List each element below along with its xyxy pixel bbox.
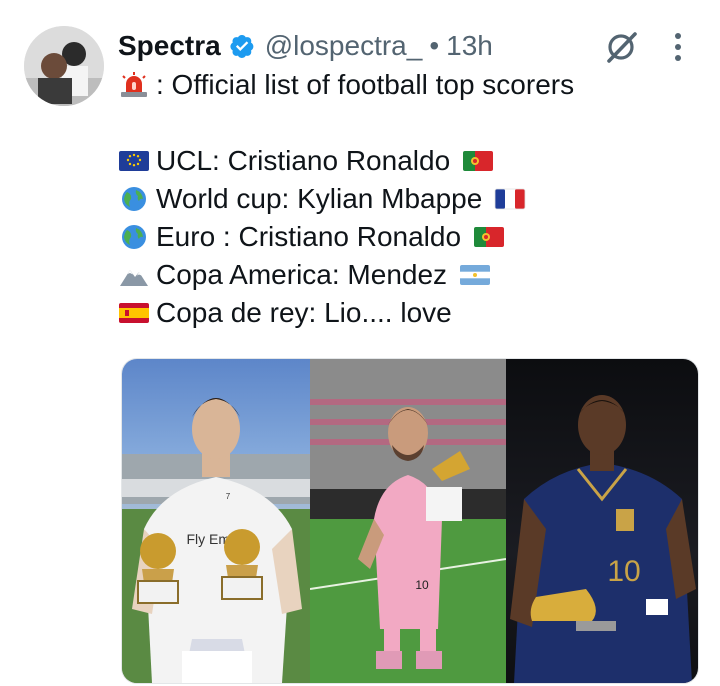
verified-badge-icon: [230, 35, 254, 59]
text-line-content: : Official list of football top scorers: [156, 69, 575, 100]
avatar[interactable]: [24, 26, 104, 106]
text-line-content: Copa de rey: Lio.... love: [156, 297, 452, 328]
text-line-content: Euro : Cristiano Ronaldo: [156, 221, 462, 252]
jersey-number-mid: 10: [415, 578, 429, 592]
portugal-flag-icon: [474, 227, 505, 247]
text-line-content: World cup: Kylian Mbappe: [156, 183, 483, 214]
globe-icon: [122, 187, 146, 211]
text-line: UCL: Cristiano Ronaldo: [118, 142, 698, 180]
post-timestamp[interactable]: 13h: [446, 30, 493, 62]
player-with-golden-boot-photo[interactable]: 10: [506, 359, 698, 683]
text-line: Copa de rey: Lio.... love: [118, 294, 698, 332]
text-line: Euro : Cristiano Ronaldo: [118, 218, 698, 256]
france-flag-icon: [494, 188, 526, 210]
media-collage[interactable]: Fly Emira 7 10 10: [121, 358, 699, 684]
post-text: : Official list of football top scorers …: [118, 66, 698, 332]
eu-flag-icon: [119, 151, 149, 171]
globe-icon: [122, 225, 146, 249]
grok-icon: [607, 32, 637, 63]
player-with-golden-balls-photo[interactable]: Fly Emira 7: [122, 359, 310, 683]
separator-dot: •: [429, 30, 440, 61]
siren-icon: [121, 72, 147, 97]
text-line: World cup: Kylian Mbappe: [118, 180, 698, 218]
grok-button[interactable]: [604, 30, 638, 64]
player-with-golden-boot-photo[interactable]: 10: [310, 359, 506, 683]
spain-flag-icon: [119, 303, 149, 323]
text-line-content: Copa America: Mendez: [156, 259, 448, 290]
text-line: : Official list of football top scorers: [118, 66, 698, 104]
jersey-number-right: 10: [607, 555, 640, 588]
text-line: Copa America: Mendez: [118, 256, 698, 294]
post-header: Spectra @lospectra_ • 13h: [118, 28, 493, 64]
author-handle[interactable]: @lospectra_: [265, 30, 423, 62]
author-name[interactable]: Spectra: [118, 30, 221, 62]
text-line-content: UCL: Cristiano Ronaldo: [156, 145, 451, 176]
portugal-flag-icon: [463, 151, 494, 171]
more-options-button[interactable]: [666, 30, 690, 64]
mountain-icon: [120, 270, 148, 286]
jersey-number-left: 7: [226, 492, 231, 501]
argentina-flag-icon: [460, 265, 491, 285]
more-vertical-icon: [675, 33, 681, 61]
